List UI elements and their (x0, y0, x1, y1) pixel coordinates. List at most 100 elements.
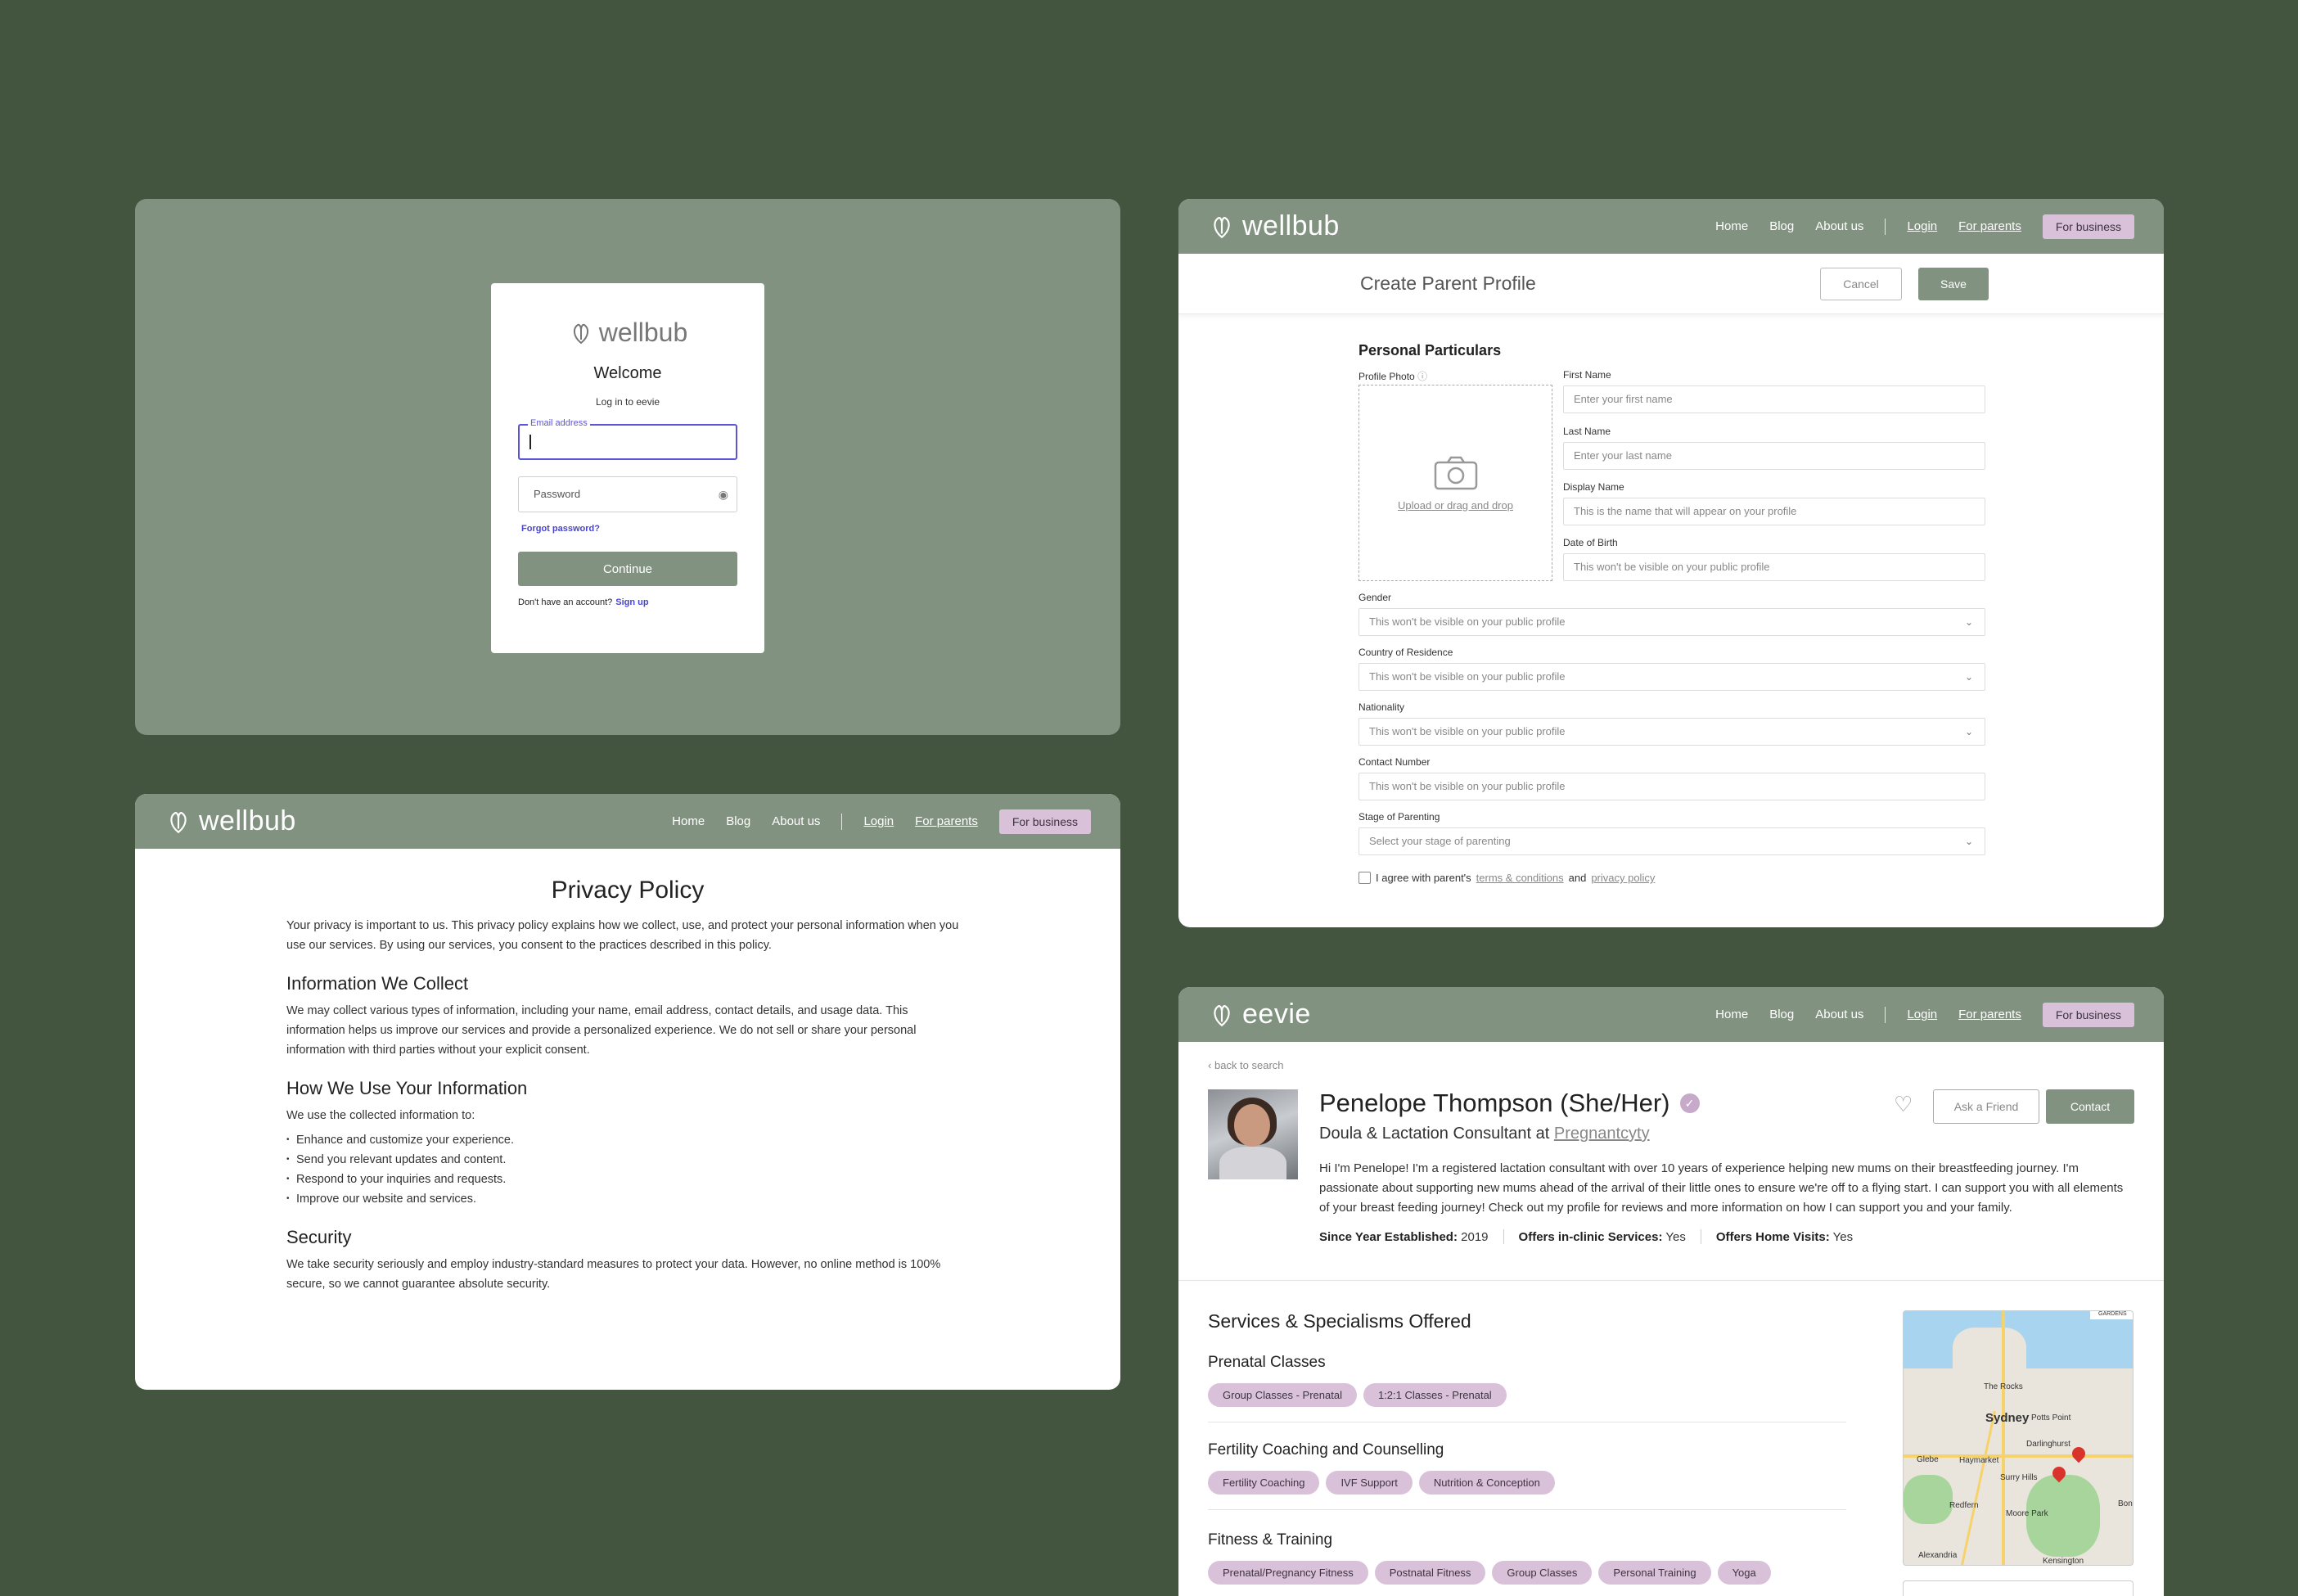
nav-blog[interactable]: Blog (1769, 219, 1794, 233)
service-tag[interactable]: Group Classes (1492, 1561, 1593, 1585)
nav-home[interactable]: Home (1715, 1008, 1748, 1021)
email-field[interactable]: Email address (518, 418, 737, 460)
stat-value: Yes (1832, 1229, 1854, 1244)
chevron-down-icon: ⌄ (1964, 836, 1973, 847)
service-tag[interactable]: 1:2:1 Classes - Prenatal (1363, 1383, 1507, 1407)
contact-label: Contact Number (1359, 756, 1431, 768)
stat-label: Offers in-clinic Services: (1518, 1229, 1663, 1244)
nav-logo[interactable]: eevie (1208, 999, 1311, 1030)
service-tag[interactable]: Fertility Coaching (1208, 1471, 1320, 1495)
ask-a-friend-button[interactable]: Ask a Friend (1933, 1089, 2039, 1124)
service-tag[interactable]: Group Classes - Prenatal (1208, 1383, 1357, 1407)
nationality-value: This won't be visible on your public pro… (1369, 725, 1566, 737)
service-tag[interactable]: Nutrition & Conception (1418, 1471, 1555, 1495)
provider-bio: Hi I'm Penelope! I'm a registered lactat… (1319, 1161, 2124, 1215)
verified-badge-icon: ✓ (1679, 1093, 1700, 1113)
service-tag[interactable]: Personal Training (1598, 1561, 1711, 1585)
stat-clinic: Offers in-clinic Services: Yes (1519, 1230, 1686, 1244)
nav-login[interactable]: Login (1907, 219, 1937, 233)
top-nav: eevie Home Blog About us Login For paren… (1178, 987, 2164, 1042)
eye-icon[interactable]: ◉ (719, 488, 728, 502)
first-name-input[interactable]: Enter your first name (1563, 385, 1985, 413)
for-business-button[interactable]: For business (998, 809, 1091, 834)
display-name-input[interactable]: This is the name that will appear on you… (1563, 498, 1985, 525)
logo-text: wellbub (1242, 210, 1340, 241)
nav-for-parents[interactable]: For parents (1958, 1008, 2021, 1021)
nationality-label: Nationality (1359, 701, 1405, 713)
email-label: Email address (528, 418, 590, 428)
heart-icon[interactable]: ♡ (1894, 1092, 1913, 1117)
cancel-button[interactable]: Cancel (1820, 267, 1902, 300)
nav-for-parents[interactable]: For parents (915, 814, 978, 828)
map-label: Potts Point (2031, 1413, 2071, 1422)
camera-icon (1434, 456, 1477, 489)
photo-upload-dropzone[interactable]: Upload or drag and drop (1359, 385, 1552, 581)
display-name-group: Display Name This is the name that will … (1563, 481, 1985, 525)
password-field[interactable]: Password ◉ (518, 476, 737, 512)
section-heading: Security (286, 1227, 352, 1247)
terms-link[interactable]: terms & conditions (1476, 872, 1564, 884)
nav-home[interactable]: Home (1715, 219, 1748, 233)
nav-login[interactable]: Login (863, 814, 894, 828)
dob-group: Date of Birth This won't be visible on y… (1563, 537, 1985, 581)
top-nav: wellbub Home Blog About us Login For par… (1178, 199, 2164, 254)
privacy-policy-link[interactable]: privacy policy (1591, 872, 1655, 884)
service-group-title: Fitness & Training (1208, 1531, 1333, 1549)
continue-button[interactable]: Continue (518, 552, 737, 586)
service-tag[interactable]: Prenatal/Pregnancy Fitness (1208, 1561, 1368, 1585)
company-link[interactable]: Pregnantcyty (1554, 1125, 1650, 1143)
service-tag[interactable]: Postnatal Fitness (1374, 1561, 1486, 1585)
service-tag[interactable]: IVF Support (1326, 1471, 1413, 1495)
display-name-label: Display Name (1563, 481, 1624, 493)
nav-about[interactable]: About us (1815, 219, 1863, 233)
nav-logo[interactable]: wellbub (164, 805, 296, 837)
gender-label: Gender (1359, 592, 1392, 603)
section-heading: Personal Particulars (1359, 342, 1502, 358)
role-text: Doula & Lactation Consultant at (1319, 1125, 1550, 1143)
last-name-input[interactable]: Enter your last name (1563, 442, 1985, 470)
map-road (2002, 1311, 2005, 1565)
nav-logo[interactable]: wellbub (1208, 210, 1340, 242)
stage-select[interactable]: Select your stage of parenting ⌄ (1359, 827, 1985, 855)
map-label: Haymarket (1959, 1456, 1999, 1465)
for-business-button[interactable]: For business (2042, 214, 2134, 239)
country-value: This won't be visible on your public pro… (1369, 670, 1566, 683)
dob-input[interactable]: This won't be visible on your public pro… (1563, 553, 1985, 581)
back-label: back to search (1214, 1059, 1284, 1071)
stat-label: Since Year Established: (1319, 1229, 1458, 1244)
map-label: Kensington (2043, 1557, 2084, 1566)
location-map[interactable]: GARDENS The Rocks Sydney Potts Point Dar… (1903, 1310, 2134, 1566)
gender-select[interactable]: This won't be visible on your public pro… (1359, 608, 1985, 636)
nav-for-parents[interactable]: For parents (1958, 219, 2021, 233)
contact-group: Contact Number This won't be visible on … (1359, 756, 1985, 800)
login-subtitle: Log in to eevie (595, 396, 660, 408)
create-profile-panel: wellbub Home Blog About us Login For par… (1178, 199, 2164, 927)
nav-divider (841, 813, 843, 830)
wellbub-leaf-icon (170, 811, 187, 833)
forgot-password-link[interactable]: Forgot password? (518, 524, 737, 534)
nav-divider (1885, 1006, 1886, 1023)
nav-about[interactable]: About us (772, 814, 820, 828)
service-group: Prenatal Classes Group Classes - Prenata… (1208, 1354, 1846, 1422)
map-label: Bond (2118, 1499, 2133, 1508)
profile-form: Personal Particulars Profile Photo ⓘ Upl… (1359, 342, 1985, 884)
nationality-select[interactable]: This won't be visible on your public pro… (1359, 718, 1985, 746)
nav-login[interactable]: Login (1907, 1008, 1937, 1021)
eevie-leaf-icon (1214, 1004, 1230, 1026)
contact-input[interactable]: This won't be visible on your public pro… (1359, 773, 1985, 800)
for-business-button[interactable]: For business (2042, 1002, 2134, 1027)
back-to-search-link[interactable]: ‹ back to search (1208, 1059, 1284, 1071)
save-button[interactable]: Save (1918, 267, 1989, 300)
stat-value: 2019 (1461, 1229, 1489, 1244)
country-select[interactable]: This won't be visible on your public pro… (1359, 663, 1985, 691)
nav-blog[interactable]: Blog (726, 814, 750, 828)
stage-label: Stage of Parenting (1359, 811, 1440, 823)
nav-about[interactable]: About us (1815, 1008, 1863, 1021)
upload-link[interactable]: Upload or drag and drop (1398, 499, 1513, 512)
service-tag[interactable]: Yoga (1717, 1561, 1771, 1585)
nav-blog[interactable]: Blog (1769, 1008, 1794, 1021)
nav-home[interactable]: Home (672, 814, 705, 828)
agree-checkbox[interactable] (1359, 872, 1371, 884)
signup-link[interactable]: Sign up (615, 597, 648, 607)
contact-button[interactable]: Contact (2046, 1089, 2134, 1124)
